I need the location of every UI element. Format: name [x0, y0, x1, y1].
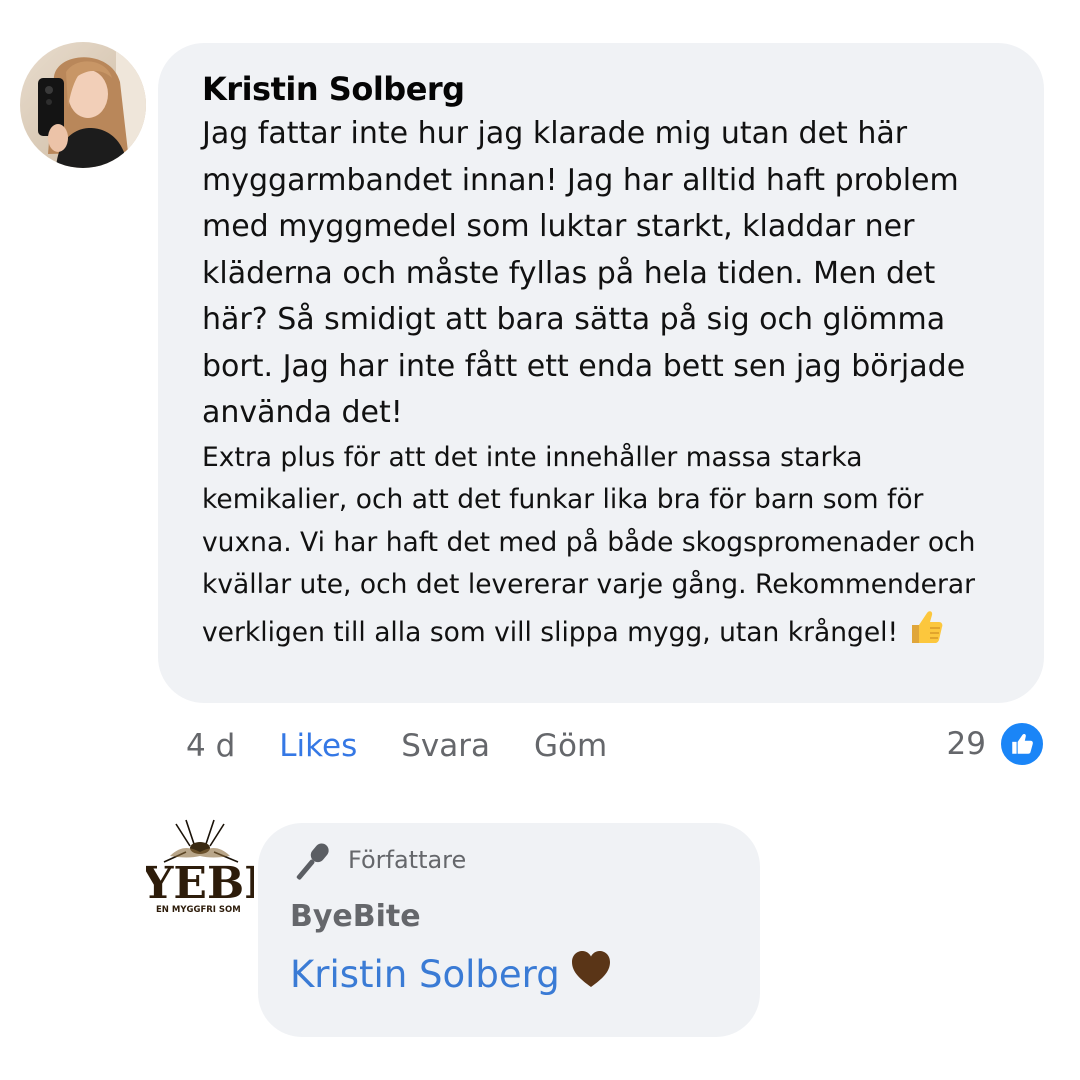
comment-author[interactable]: Kristin Solberg [202, 69, 1014, 109]
author-badge: Författare [290, 841, 760, 887]
comment-timestamp[interactable]: 4 d [186, 728, 235, 764]
reply-author[interactable]: ByeBite [290, 897, 760, 937]
comment-text-paragraph-2: Extra plus för att det inte innehåller m… [202, 437, 1002, 661]
like-button[interactable]: Likes [279, 728, 357, 764]
comment-thread: Kristin Solberg Jag fattar inte hur jag … [0, 0, 1080, 1080]
reply-button[interactable]: Svara [401, 728, 490, 764]
hide-button[interactable]: Göm [534, 728, 607, 764]
comment-text-paragraph-2-body: Extra plus för att det inte innehåller m… [202, 441, 976, 648]
reply-bubble: Författare ByeBite Kristin Solberg [258, 823, 760, 1037]
reply-text: Kristin Solberg [290, 949, 760, 1001]
brand-logo-letters: YEBIT [146, 858, 254, 909]
svg-text:EN MYGGFRI SOM: EN MYGGFRI SOM [156, 905, 241, 915]
comment-bubble: Kristin Solberg Jag fattar inte hur jag … [158, 43, 1044, 703]
comment-actions: 4 d Likes Svara Göm [186, 722, 651, 770]
brown-heart-emoji-icon [570, 949, 612, 1001]
author-badge-label: Författare [348, 846, 467, 874]
svg-text:YEBIT: YEBIT [146, 858, 254, 909]
microphone-icon [290, 839, 334, 890]
like-reaction-icon [998, 720, 1046, 768]
thumbs-up-emoji-icon [906, 607, 946, 661]
brand-logo-avatar[interactable]: YEBIT EN MYGGFRI SOM [146, 818, 254, 920]
reaction-count: 29 [946, 726, 986, 762]
reaction-summary[interactable]: 29 [947, 720, 1046, 768]
avatar[interactable] [20, 42, 146, 168]
mentioned-user-link[interactable]: Kristin Solberg [290, 951, 560, 999]
comment-text-paragraph-1: Jag fattar inte hur jag klarade mig utan… [202, 116, 966, 430]
